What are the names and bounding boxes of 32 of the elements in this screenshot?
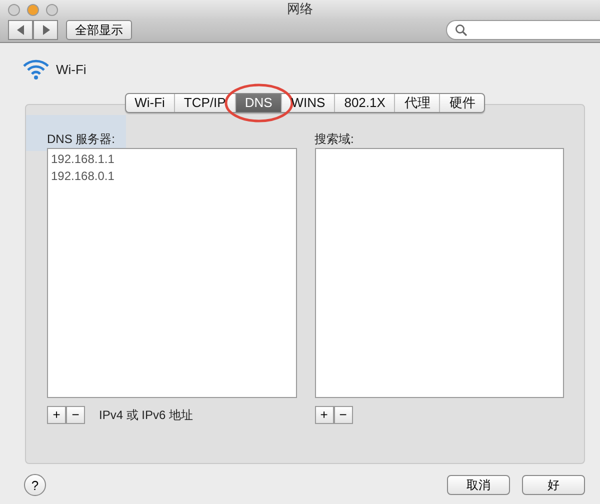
close-button[interactable]: [8, 4, 20, 16]
help-button[interactable]: ?: [24, 474, 46, 496]
back-button[interactable]: [8, 20, 33, 40]
add-button[interactable]: +: [47, 406, 66, 424]
search-field[interactable]: [446, 20, 600, 40]
address-hint: IPv4 或 IPv6 地址: [99, 406, 194, 424]
forward-icon: [42, 25, 50, 35]
dns-server-entry[interactable]: 192.168.0.1: [51, 168, 292, 185]
service-name: Wi-Fi: [56, 62, 86, 76]
dialog-button[interactable]: 好: [522, 475, 585, 495]
minimize-button[interactable]: [27, 4, 39, 16]
remove-button[interactable]: −: [66, 406, 85, 424]
wifi-icon: [22, 58, 50, 80]
show-all-button[interactable]: 全部显示: [66, 20, 132, 40]
tab[interactable]: Wi-Fi: [126, 94, 174, 112]
forward-button[interactable]: [33, 20, 58, 40]
dns-server-entry[interactable]: 192.168.1.1: [51, 151, 292, 168]
remove-button[interactable]: −: [334, 406, 352, 424]
add-button[interactable]: +: [314, 406, 334, 424]
tab[interactable]: DNS: [236, 94, 282, 112]
tab[interactable]: 代理: [395, 94, 440, 112]
dns-servers-label: DNS 服务器:: [47, 131, 116, 148]
window-title: 网络: [287, 0, 313, 18]
tab[interactable]: TCP/IP: [174, 94, 235, 112]
zoom-button[interactable]: [46, 4, 58, 16]
back-icon: [16, 25, 24, 35]
tab[interactable]: 硬件: [440, 94, 484, 112]
search-domains-label: 搜索域:: [314, 131, 355, 148]
dialog-button[interactable]: 取消: [447, 475, 510, 495]
tab[interactable]: 802.1X: [335, 94, 394, 112]
dns-server-list[interactable]: 192.168.1.1 192.168.0.1: [47, 148, 296, 398]
search-icon: [455, 24, 467, 36]
